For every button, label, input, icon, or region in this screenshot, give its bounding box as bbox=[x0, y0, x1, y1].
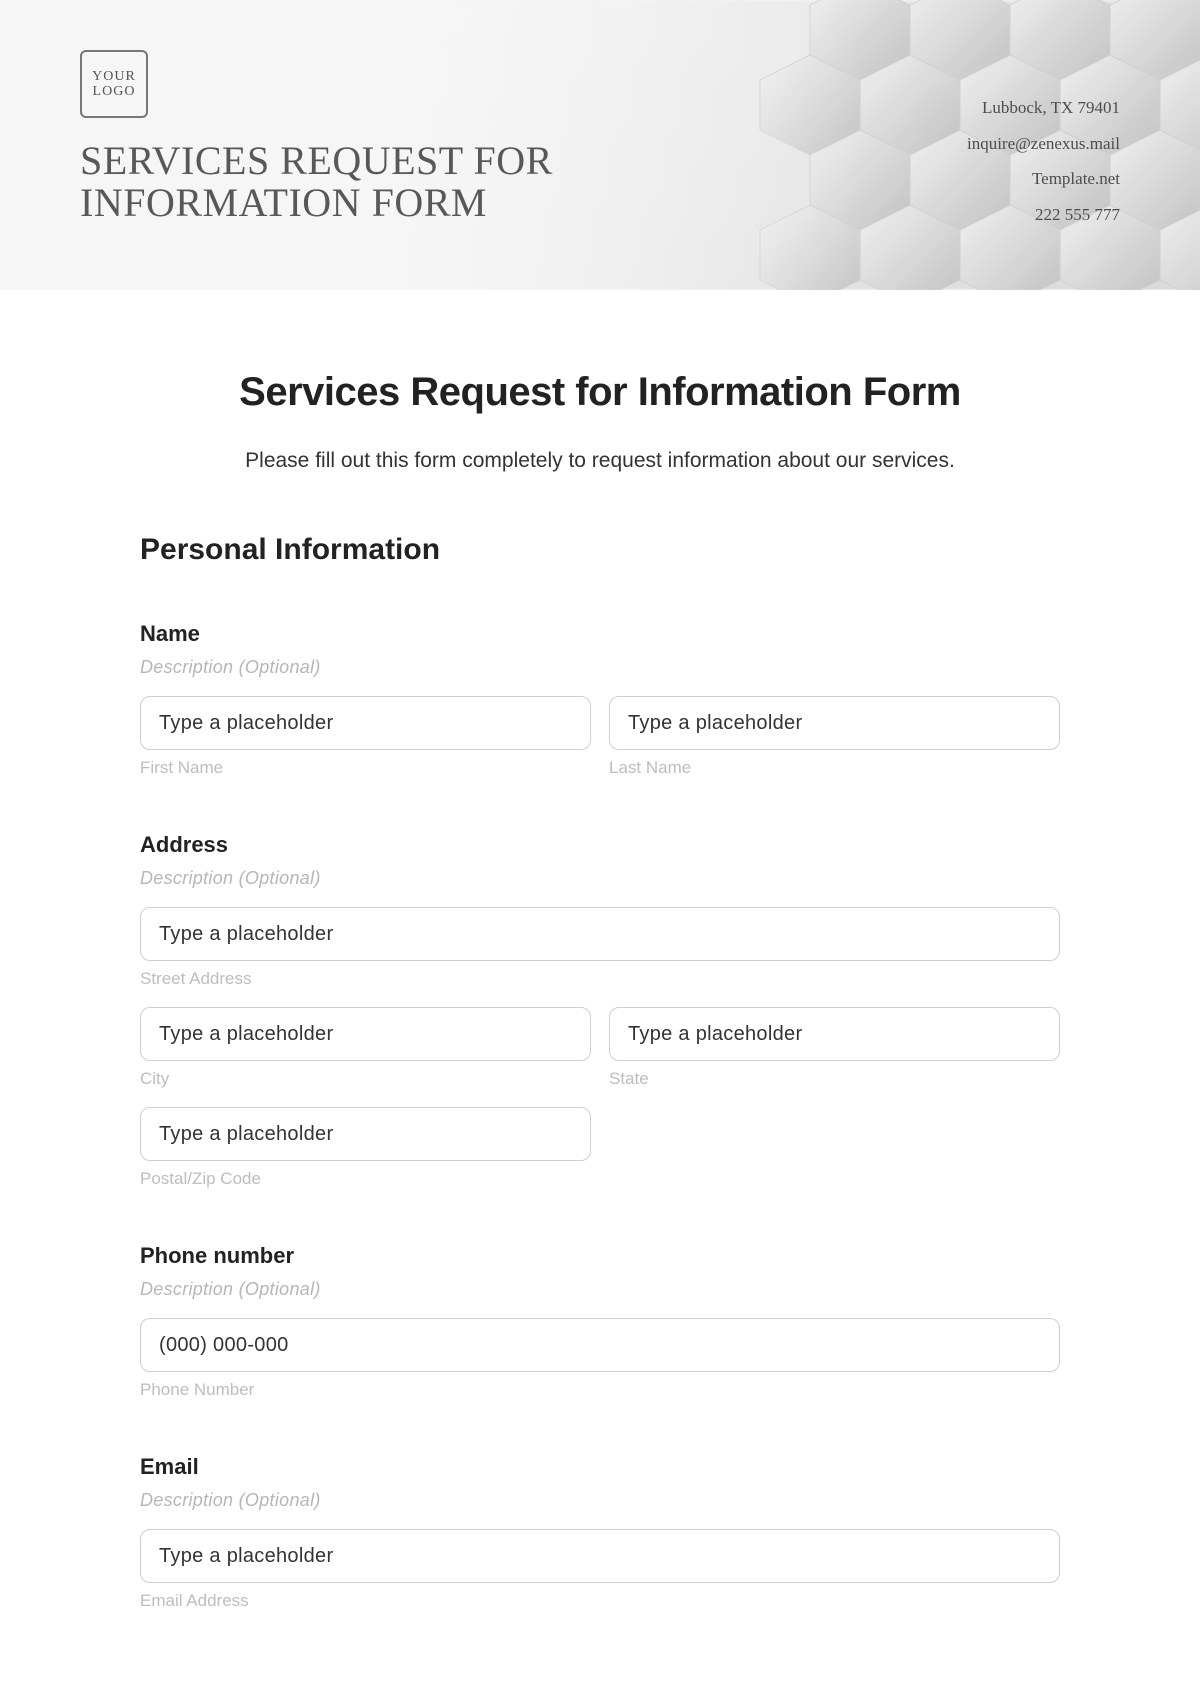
form-intro: Please fill out this form completely to … bbox=[140, 449, 1060, 473]
contact-email: inquire@zenexus.mail bbox=[967, 126, 1120, 162]
sublabel-phone: Phone Number bbox=[140, 1380, 1060, 1400]
desc-email: Description (Optional) bbox=[140, 1490, 1060, 1511]
field-phone: Phone number Description (Optional) Phon… bbox=[140, 1243, 1060, 1400]
label-name: Name bbox=[140, 621, 1060, 647]
sublabel-last-name: Last Name bbox=[609, 758, 1060, 778]
desc-name: Description (Optional) bbox=[140, 657, 1060, 678]
contact-phone: 222 555 777 bbox=[967, 197, 1120, 233]
desc-phone: Description (Optional) bbox=[140, 1279, 1060, 1300]
label-phone: Phone number bbox=[140, 1243, 1060, 1269]
field-address: Address Description (Optional) Street Ad… bbox=[140, 832, 1060, 1189]
form-title: Services Request for Information Form bbox=[140, 370, 1060, 415]
input-email[interactable] bbox=[140, 1529, 1060, 1583]
contact-website: Template.net bbox=[967, 161, 1120, 197]
field-name: Name Description (Optional) First Name L… bbox=[140, 621, 1060, 778]
sublabel-city: City bbox=[140, 1069, 591, 1089]
header-title: SERVICES REQUEST FOR INFORMATION FORM bbox=[80, 140, 600, 224]
contact-address: Lubbock, TX 79401 bbox=[967, 90, 1120, 126]
header-left: YOUR LOGO SERVICES REQUEST FOR INFORMATI… bbox=[80, 50, 600, 233]
page: YOUR LOGO SERVICES REQUEST FOR INFORMATI… bbox=[0, 0, 1200, 1700]
logo-placeholder: YOUR LOGO bbox=[80, 50, 148, 118]
input-phone[interactable] bbox=[140, 1318, 1060, 1372]
input-postal-code[interactable] bbox=[140, 1107, 591, 1161]
sublabel-postal: Postal/Zip Code bbox=[140, 1169, 591, 1189]
section-personal-info: Personal Information bbox=[140, 533, 1060, 567]
input-street-address[interactable] bbox=[140, 907, 1060, 961]
header-banner: YOUR LOGO SERVICES REQUEST FOR INFORMATI… bbox=[0, 0, 1200, 290]
header-content: YOUR LOGO SERVICES REQUEST FOR INFORMATI… bbox=[0, 0, 1200, 233]
form-body: Services Request for Information Form Pl… bbox=[0, 290, 1200, 1651]
sublabel-street: Street Address bbox=[140, 969, 1060, 989]
label-email: Email bbox=[140, 1454, 1060, 1480]
sublabel-email: Email Address bbox=[140, 1591, 1060, 1611]
label-address: Address bbox=[140, 832, 1060, 858]
field-email: Email Description (Optional) Email Addre… bbox=[140, 1454, 1060, 1611]
input-city[interactable] bbox=[140, 1007, 591, 1061]
input-last-name[interactable] bbox=[609, 696, 1060, 750]
desc-address: Description (Optional) bbox=[140, 868, 1060, 889]
sublabel-first-name: First Name bbox=[140, 758, 591, 778]
input-state[interactable] bbox=[609, 1007, 1060, 1061]
contact-block: Lubbock, TX 79401 inquire@zenexus.mail T… bbox=[967, 50, 1120, 233]
input-first-name[interactable] bbox=[140, 696, 591, 750]
sublabel-state: State bbox=[609, 1069, 1060, 1089]
